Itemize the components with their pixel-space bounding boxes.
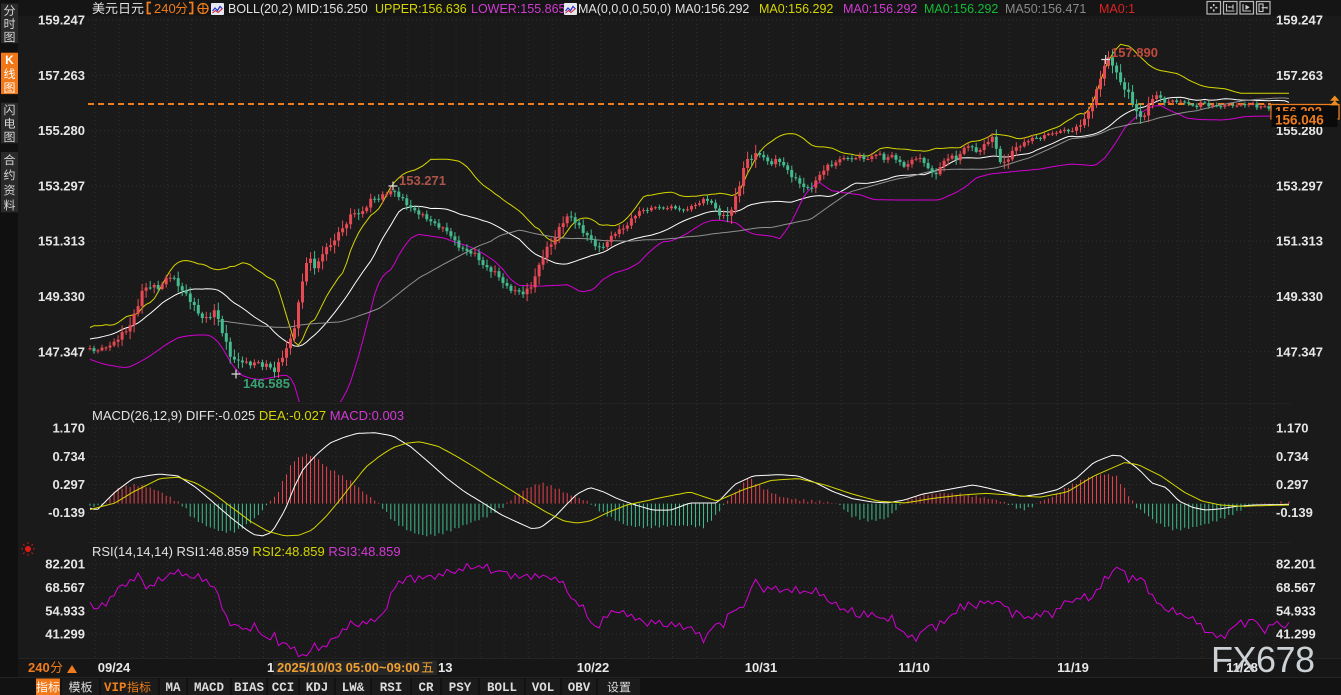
svg-text:FX678: FX678 <box>1211 639 1315 680</box>
svg-text:0.297: 0.297 <box>1276 477 1309 492</box>
svg-text:159.247: 159.247 <box>1276 13 1323 28</box>
svg-text:MA0:1: MA0:1 <box>1099 2 1135 16</box>
svg-text:MA0:156.292: MA0:156.292 <box>924 2 998 16</box>
svg-text:157.890: 157.890 <box>1111 45 1158 60</box>
svg-text:MA: MA <box>165 681 181 695</box>
svg-text:151.313: 151.313 <box>1276 234 1323 249</box>
svg-text:13: 13 <box>438 660 452 675</box>
svg-text:82.201: 82.201 <box>45 557 85 572</box>
svg-text:MA50:156.471: MA50:156.471 <box>1005 2 1086 16</box>
svg-text:OBV: OBV <box>568 681 591 695</box>
svg-text:-0.139: -0.139 <box>1276 505 1313 520</box>
svg-text:149.330: 149.330 <box>1276 289 1323 304</box>
svg-text:153.271: 153.271 <box>399 173 446 188</box>
svg-text:11/19: 11/19 <box>1057 660 1089 675</box>
svg-text:10/22: 10/22 <box>577 660 610 675</box>
svg-text:41.299: 41.299 <box>45 627 85 642</box>
svg-text:54.933: 54.933 <box>45 603 85 618</box>
svg-text:82.201: 82.201 <box>1276 557 1316 572</box>
svg-text:MACD: MACD <box>194 681 225 695</box>
svg-text:0.297: 0.297 <box>52 477 85 492</box>
svg-text:1.170: 1.170 <box>1276 421 1309 436</box>
svg-text:159.247: 159.247 <box>38 13 85 28</box>
svg-text:155.280: 155.280 <box>38 123 85 138</box>
svg-text:BOLL(20,2) MID:156.250: BOLL(20,2) MID:156.250 <box>228 2 368 16</box>
svg-text:BIAS: BIAS <box>234 681 265 695</box>
svg-text:0.734: 0.734 <box>1276 449 1309 464</box>
svg-text:CR: CR <box>418 681 434 695</box>
svg-text:MA(0,0,0,0,50,0): MA(0,0,0,0,50,0) <box>578 2 671 16</box>
svg-text:MA0:156.292: MA0:156.292 <box>759 2 833 16</box>
svg-text:2025/10/03 05:00~09:00: 2025/10/03 05:00~09:00 <box>277 660 420 675</box>
svg-text:RSI: RSI <box>380 681 403 695</box>
svg-text:MACD(26,12,9) DIFF:-0.025 DEA:: MACD(26,12,9) DIFF:-0.025 DEA:-0.027 MAC… <box>92 408 404 423</box>
svg-text:LOWER:155.865: LOWER:155.865 <box>471 2 566 16</box>
svg-text:0.734: 0.734 <box>52 449 85 464</box>
svg-text:KDJ: KDJ <box>306 681 329 695</box>
svg-text:153.297: 153.297 <box>1276 178 1323 193</box>
svg-text:153.297: 153.297 <box>38 178 85 193</box>
svg-text:147.347: 147.347 <box>38 344 85 359</box>
svg-text:157.263: 157.263 <box>1276 68 1323 83</box>
svg-text:149.330: 149.330 <box>38 289 85 304</box>
svg-text:K: K <box>5 53 14 67</box>
svg-text:1: 1 <box>267 660 274 675</box>
svg-text:10/31: 10/31 <box>745 660 778 675</box>
svg-text:MA0:156.292: MA0:156.292 <box>675 2 749 16</box>
svg-text:-0.139: -0.139 <box>48 505 85 520</box>
svg-text:151.313: 151.313 <box>38 234 85 249</box>
svg-text:240: 240 <box>28 660 50 675</box>
svg-text:09/24: 09/24 <box>98 660 131 675</box>
svg-text:240: 240 <box>154 1 176 16</box>
svg-text:146.585: 146.585 <box>243 376 290 391</box>
svg-text:VIP: VIP <box>104 681 127 695</box>
svg-text:11/10: 11/10 <box>898 660 930 675</box>
svg-text:CCI: CCI <box>272 681 295 695</box>
svg-text:UPPER:156.636: UPPER:156.636 <box>375 2 467 16</box>
svg-text:1.170: 1.170 <box>52 421 85 436</box>
svg-text:BOLL: BOLL <box>487 681 517 695</box>
svg-text:54.933: 54.933 <box>1276 603 1316 618</box>
svg-text:68.567: 68.567 <box>1276 580 1316 595</box>
svg-text:156.046: 156.046 <box>1275 113 1324 128</box>
svg-text:MA0:156.292: MA0:156.292 <box>843 2 917 16</box>
svg-text:68.567: 68.567 <box>45 580 85 595</box>
svg-text:147.347: 147.347 <box>1276 344 1323 359</box>
svg-text:VOL: VOL <box>532 681 555 695</box>
svg-text:PSY: PSY <box>449 681 472 695</box>
svg-text:157.263: 157.263 <box>38 68 85 83</box>
svg-text:RSI(14,14,14) RSI1:48.859 RSI2: RSI(14,14,14) RSI1:48.859 RSI2:48.859 RS… <box>92 544 401 559</box>
svg-text:LW&: LW& <box>342 681 365 695</box>
